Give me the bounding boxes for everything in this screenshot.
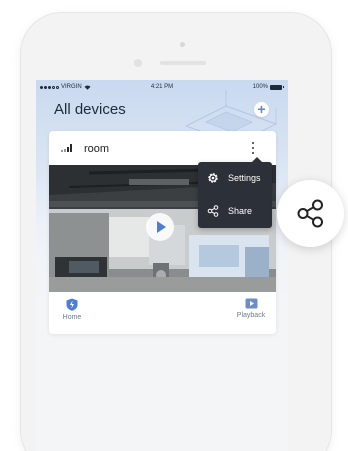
device-card-footer: Home Playback [49,292,276,334]
battery-icon [270,84,284,90]
menu-item-settings[interactable]: Settings [198,162,272,195]
device-card-header: room [49,131,276,165]
more-options-button[interactable] [248,140,258,156]
share-icon [207,205,219,217]
status-bar: VIRGIN 4:21 PM 100% [36,83,288,95]
menu-item-share[interactable]: Share [198,195,272,228]
playback-tab-label: Playback [236,312,266,319]
play-button[interactable] [146,213,174,241]
gear-icon [208,173,218,183]
plus-circle-icon: + [257,101,266,117]
status-time: 4:21 PM [150,84,174,90]
add-device-button[interactable]: + [254,102,269,117]
app-screen: VIRGIN 4:21 PM 100% All devices + room H… [36,80,288,451]
front-sensor [180,42,185,47]
playback-tab[interactable]: Playback [233,298,269,319]
home-tab-label: Home [62,314,82,321]
share-callout [277,180,344,247]
home-shield-icon [66,298,78,311]
front-camera [134,59,142,67]
share-icon [297,199,323,228]
illustration-stage: VIRGIN 4:21 PM 100% All devices + room H… [0,0,348,451]
battery-percent: 100% [252,84,268,90]
menu-item-share-label: Share [228,206,253,216]
more-vertical-icon [252,142,254,144]
device-context-menu: Settings Share [198,157,272,228]
menu-item-settings-label: Settings [228,173,261,183]
home-tab[interactable]: Home [59,298,85,321]
battery-status: 100% [252,84,284,90]
device-name: room [84,143,110,155]
earpiece-speaker [160,61,206,65]
page-title: All devices [54,101,126,118]
playback-icon [245,298,257,309]
signal-bars-icon [61,144,72,152]
